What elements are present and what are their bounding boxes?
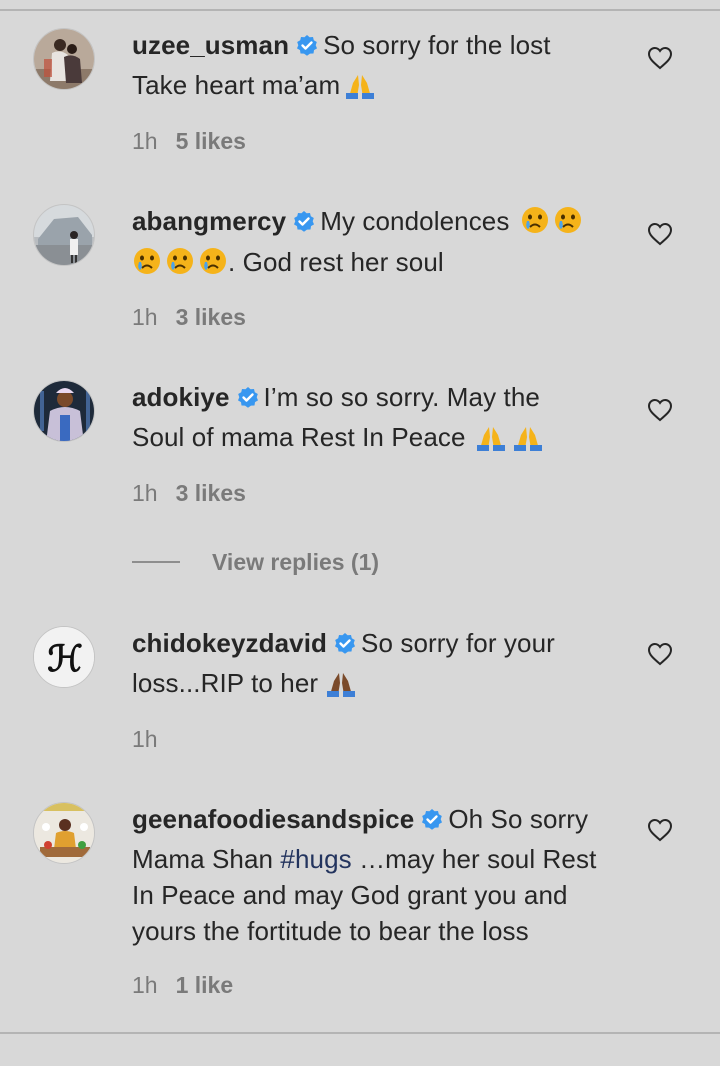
username[interactable]: chidokeyzdavid <box>132 628 327 658</box>
verified-badge-icon <box>236 383 260 419</box>
username[interactable]: geenafoodiesandspice <box>132 804 414 834</box>
heart-outline-icon[interactable] <box>647 222 673 246</box>
comment-meta: 1h 5 likes <box>132 128 246 155</box>
timestamp: 1h <box>132 726 158 752</box>
username[interactable]: abangmercy <box>132 206 286 236</box>
folded-hands-emoji <box>343 71 377 108</box>
folded-hands-emoji <box>474 423 508 460</box>
username[interactable]: adokiye <box>132 382 230 412</box>
comment-text-line: loss...RIP to her <box>132 668 319 698</box>
view-replies-button[interactable]: View replies (1) <box>132 545 379 579</box>
like-count[interactable]: 3 likes <box>176 304 246 330</box>
timestamp: 1h <box>132 480 158 506</box>
comment-text-line: Mama Shan <box>132 844 281 874</box>
verified-badge-icon <box>420 805 444 841</box>
username[interactable]: uzee_usman <box>132 30 289 60</box>
comment-text: chidokeyzdavid So sorry for your loss...R… <box>132 625 632 706</box>
heart-outline-icon[interactable] <box>647 818 673 842</box>
verified-badge-icon <box>295 31 319 67</box>
comment-text-line: Oh So sorry <box>448 804 589 834</box>
avatar[interactable] <box>33 380 95 442</box>
comment-text-line: So sorry for the lost <box>323 30 551 60</box>
folded-hands-emoji <box>511 423 545 460</box>
bottom-divider <box>0 1032 720 1034</box>
view-replies-label: View replies (1) <box>212 548 380 575</box>
avatar[interactable] <box>33 204 95 266</box>
like-count[interactable]: 1 like <box>176 972 234 998</box>
crying-face-emoji <box>198 246 228 285</box>
comment-text-line: Soul of mama Rest In Peace <box>132 422 466 452</box>
comment-text-line: I’m so so sorry. May the <box>263 382 540 412</box>
comment-text-line: . God rest her soul <box>228 247 444 277</box>
comment-text: abangmercy My condolences . God rest her … <box>132 203 632 285</box>
heart-outline-icon[interactable] <box>647 46 673 70</box>
heart-outline-icon[interactable] <box>647 642 673 666</box>
avatar[interactable] <box>33 28 95 90</box>
comments-screen: uzee_usman So sorry for the lost Take hea… <box>0 0 720 1066</box>
hashtag-link[interactable]: #hugs <box>280 844 351 874</box>
comment-text: uzee_usman So sorry for the lost Take hea… <box>132 27 632 108</box>
comment-meta: 1h 3 likes <box>132 304 246 331</box>
crying-face-emoji <box>132 246 162 285</box>
top-divider <box>0 9 720 11</box>
verified-badge-icon <box>292 207 316 243</box>
comment-meta: 1h <box>132 726 176 753</box>
heart-outline-icon[interactable] <box>647 398 673 422</box>
verified-badge-icon <box>333 629 357 665</box>
comment-text-line: …may her soul Rest <box>351 844 597 874</box>
comment-text-line: yours the fortitude to bear the loss <box>132 916 529 946</box>
crying-face-emoji <box>165 246 195 285</box>
crying-face-emoji <box>553 205 583 244</box>
comment-text-line: In Peace and may God grant you and <box>132 880 568 910</box>
crying-face-emoji <box>520 205 550 244</box>
replies-divider <box>132 561 180 563</box>
comment-text-line: Take heart ma’am <box>132 70 341 100</box>
comment-meta: 1h 3 likes <box>132 480 246 507</box>
avatar[interactable] <box>33 802 95 864</box>
comment-text-line: My condolences <box>320 206 510 236</box>
timestamp: 1h <box>132 128 158 154</box>
comment-text: adokiye I’m so so sorry. May the Soul of … <box>132 379 632 460</box>
like-count[interactable]: 5 likes <box>176 128 246 154</box>
timestamp: 1h <box>132 972 158 998</box>
like-count[interactable]: 3 likes <box>176 480 246 506</box>
comment-text-line: So sorry for your <box>361 628 555 658</box>
timestamp: 1h <box>132 304 158 330</box>
svg-text:ℋ: ℋ <box>47 638 83 680</box>
comment-text: geenafoodiesandspice Oh So sorry Mama Sha… <box>132 801 632 949</box>
comment-meta: 1h 1 like <box>132 972 233 999</box>
folded-hands-emoji <box>324 669 358 706</box>
avatar[interactable]: ℋ <box>33 626 95 688</box>
